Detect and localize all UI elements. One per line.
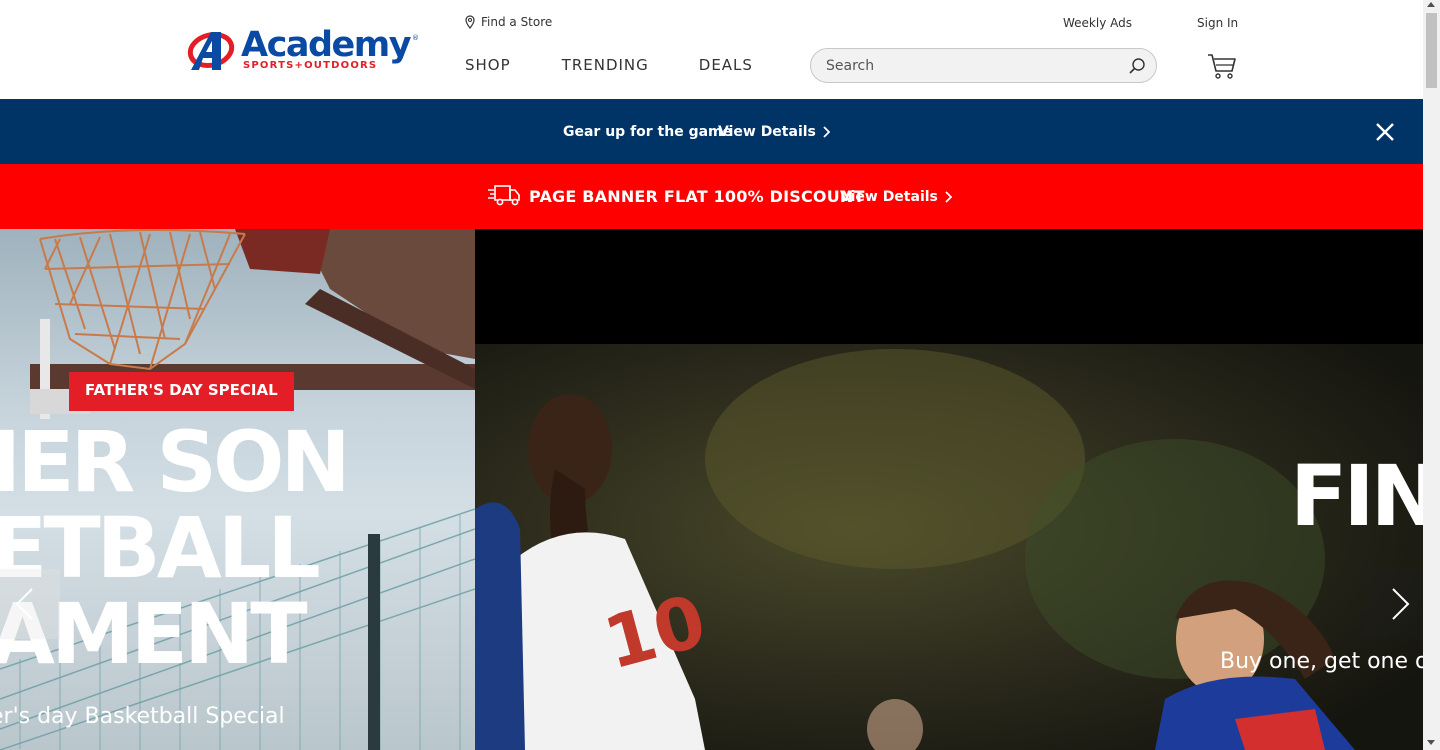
- hero-slide-basketball[interactable]: FATHER'S DAY SPECIAL IER SON ETBALL AMEN…: [0, 229, 475, 750]
- carousel-next-button[interactable]: [1363, 569, 1423, 639]
- logo-registered-mark: ®: [412, 34, 419, 42]
- chevron-right-icon: [945, 191, 952, 203]
- promo-blue-view-details-link[interactable]: View Details: [718, 124, 830, 140]
- academy-logo-icon: [187, 32, 235, 70]
- promo-red-link-label: View Details: [840, 189, 938, 205]
- close-icon[interactable]: [1373, 120, 1397, 144]
- search-icon[interactable]: [1128, 57, 1146, 75]
- promo-blue-text: Gear up for the game: [563, 124, 733, 140]
- logo-wordmark: Academy: [241, 25, 412, 65]
- academy-logo[interactable]: Academy ® SPORTS+OUTDOORS: [187, 26, 422, 76]
- promo-banner-blue: Gear up for the game View Details: [0, 99, 1423, 164]
- search-bar: [810, 48, 1157, 83]
- promo-red-text: PAGE BANNER FLAT 100% DISCOUNT: [529, 187, 865, 206]
- promo-red-view-details-link[interactable]: View Details: [840, 189, 952, 205]
- find-a-store-link[interactable]: Find a Store: [465, 15, 552, 29]
- hero-right-subtitle: Buy one, get one o: [1220, 649, 1423, 674]
- hero-slide-soccer[interactable]: 10 FIN Buy one, get one o: [475, 229, 1423, 750]
- weekly-ads-link[interactable]: Weekly Ads: [1063, 16, 1132, 30]
- carousel-prev-button[interactable]: [0, 569, 60, 639]
- hero-right-title: FIN: [1290, 447, 1423, 545]
- sign-in-link[interactable]: Sign In: [1197, 16, 1238, 30]
- scroll-up-arrow-icon[interactable]: [1427, 2, 1435, 7]
- nav-deals[interactable]: DEALS: [699, 56, 753, 74]
- cart-icon[interactable]: [1207, 52, 1237, 80]
- hero-left-subtitle: er's day Basketball Special: [0, 704, 285, 729]
- location-pin-icon: [465, 15, 475, 29]
- nav-trending[interactable]: TRENDING: [562, 56, 649, 74]
- chevron-right-icon: [1392, 588, 1410, 620]
- promo-banner-red: PAGE BANNER FLAT 100% DISCOUNT View Deta…: [0, 164, 1423, 229]
- find-a-store-label: Find a Store: [481, 15, 553, 29]
- site-header: Academy ® SPORTS+OUTDOORS Find a Store W…: [0, 0, 1423, 99]
- chevron-left-icon: [15, 588, 33, 620]
- hero-left-title-line-1: IER SON: [0, 413, 351, 511]
- page-scrollbar[interactable]: [1423, 0, 1440, 750]
- scroll-thumb[interactable]: [1426, 13, 1437, 88]
- fathers-day-badge: FATHER'S DAY SPECIAL: [69, 372, 294, 411]
- main-nav: SHOP TRENDING DEALS: [465, 56, 801, 74]
- search-input[interactable]: [826, 57, 1116, 75]
- logo-tagline: SPORTS+OUTDOORS: [243, 60, 378, 71]
- nav-shop[interactable]: SHOP: [465, 56, 511, 74]
- hero-carousel: FATHER'S DAY SPECIAL IER SON ETBALL AMEN…: [0, 229, 1423, 750]
- delivery-truck-icon: [488, 185, 520, 206]
- promo-blue-link-label: View Details: [718, 124, 816, 140]
- scroll-down-arrow-icon[interactable]: [1427, 740, 1435, 745]
- chevron-right-icon: [823, 126, 830, 138]
